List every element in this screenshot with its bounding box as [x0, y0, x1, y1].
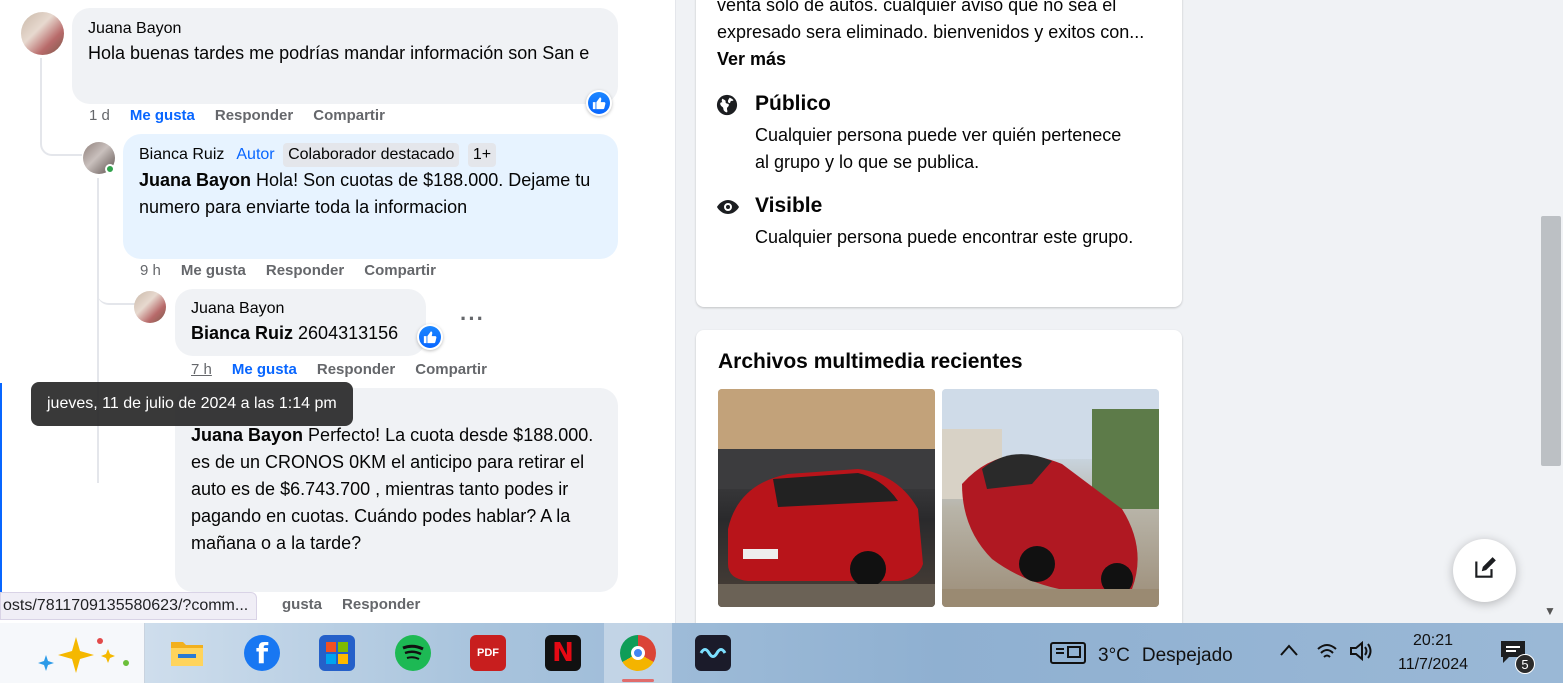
clock-time: 20:21 [1412, 632, 1454, 649]
comment-author[interactable]: Bianca Ruiz [139, 146, 224, 163]
file-explorer-icon[interactable] [169, 635, 205, 671]
visibility-desc: Cualquier persona puede encontrar este g… [755, 227, 1134, 247]
comment-bubble: Juana Bayon Bianca Ruiz 2604313156 [175, 289, 426, 356]
comments-panel: Juana Bayon Hola buenas tardes me podría… [0, 0, 675, 623]
chrome-icon[interactable] [620, 635, 656, 671]
copilot-button[interactable] [0, 623, 145, 683]
online-indicator [105, 164, 115, 174]
like-button[interactable]: Me gusta [130, 107, 195, 124]
share-button[interactable]: Compartir [364, 262, 436, 279]
column-divider [675, 0, 676, 623]
weather-widget[interactable]: 3°C Despejado [1050, 641, 1233, 671]
avatar[interactable] [21, 12, 64, 55]
mention-link[interactable]: Juana Bayon [139, 170, 251, 190]
comment-text: Hola buenas tardes me podrías mandar inf… [88, 43, 590, 63]
reply-button[interactable]: Responder [266, 262, 344, 279]
compose-button[interactable] [1453, 539, 1516, 602]
comment-author[interactable]: Juana Bayon [191, 298, 410, 320]
comment-author-row: Bianca Ruiz Autor Colaborador destacado 1… [139, 143, 602, 167]
visibility-title: Visible [755, 194, 823, 217]
like-button[interactable]: Me gusta [181, 262, 246, 279]
mention-link[interactable]: Bianca Ruiz [191, 323, 293, 343]
comment-actions: 9 h Me gusta Responder Compartir [140, 262, 436, 279]
thread-line [97, 250, 135, 305]
spotify-icon[interactable] [395, 635, 431, 671]
comment-bubble: Juana Bayon Hola buenas tardes me podría… [72, 8, 618, 104]
globe-icon [716, 94, 738, 121]
volume-icon[interactable] [1349, 640, 1373, 666]
pdf-editor-icon[interactable]: PDF [470, 635, 506, 671]
audio-app-icon[interactable] [695, 635, 731, 671]
more-badges[interactable]: 1+ [467, 143, 497, 167]
reply-button[interactable]: Responder [342, 596, 420, 613]
timestamp-tooltip: jueves, 11 de julio de 2024 a las 1:14 p… [31, 382, 353, 426]
focus-edge [0, 383, 2, 593]
comment-bubble: Bianca Ruiz Autor Colaborador destacado 1… [123, 134, 618, 259]
notification-count: 5 [1515, 654, 1535, 674]
privacy-title: Público [755, 92, 831, 115]
media-title: Archivos multimedia recientes [718, 350, 1023, 373]
comment-time[interactable]: 1 d [89, 107, 110, 124]
chevron-up-icon[interactable] [1279, 641, 1299, 662]
status-url: osts/7811709135580623/?comm... [0, 592, 258, 620]
scrollbar-thumb[interactable] [1541, 216, 1561, 466]
thread-line [97, 178, 99, 483]
taskbar: f PDF N 3°C Despejado 20:21 11/7/2024 5 [0, 623, 1563, 683]
reply-button[interactable]: Responder [317, 361, 395, 378]
description-text: venta solo de autos. cualquier aviso que… [717, 0, 1145, 42]
weather-icon [1050, 641, 1086, 671]
system-clock[interactable]: 20:21 11/7/2024 [1388, 629, 1478, 677]
facebook-icon[interactable]: f [244, 635, 280, 671]
netflix-icon[interactable]: N [545, 635, 581, 671]
comment-time[interactable]: 7 h [191, 361, 212, 378]
wifi-icon[interactable] [1316, 641, 1338, 666]
media-photo-red-car[interactable] [942, 389, 1159, 607]
sparkle-icon [36, 633, 132, 678]
mention-link[interactable]: Juana Bayon [191, 425, 303, 445]
avatar[interactable] [134, 291, 166, 323]
reaction-badge[interactable] [586, 90, 612, 116]
privacy-desc: Cualquier persona puede ver quién perten… [755, 125, 1122, 172]
like-button[interactable]: Me gusta [232, 361, 297, 378]
clock-date: 11/7/2024 [1398, 656, 1468, 673]
like-button[interactable]: gusta [282, 596, 322, 613]
comment-time[interactable]: 9 h [140, 262, 161, 279]
thumbs-up-icon [419, 326, 441, 348]
author-badge: Autor [236, 146, 275, 163]
comment-actions: gusta Responder [282, 596, 420, 613]
weather-desc: Despejado [1141, 645, 1233, 666]
see-more-link[interactable]: Ver más [717, 49, 786, 69]
comment-actions: 7 h Me gusta Responder Compartir [191, 361, 487, 378]
weather-temp: 3°C [1098, 645, 1130, 666]
comment-actions: 1 d Me gusta Responder Compartir [89, 107, 385, 124]
comment-text: 2604313156 [293, 323, 399, 343]
scroll-down-icon[interactable]: ▼ [1544, 604, 1556, 618]
share-button[interactable]: Compartir [415, 361, 487, 378]
microsoft-store-icon[interactable] [319, 635, 355, 671]
about-card: venta solo de autos. cualquier aviso que… [696, 0, 1182, 307]
share-button[interactable]: Compartir [313, 107, 385, 124]
eye-icon [716, 196, 740, 223]
media-card: Archivos multimedia recientes [696, 330, 1182, 640]
chrome-center-icon [631, 646, 645, 660]
group-description: venta solo de autos. cualquier aviso que… [717, 0, 1157, 73]
reaction-badge[interactable] [417, 324, 443, 350]
thumbs-up-icon [588, 92, 610, 114]
active-app-indicator [622, 679, 654, 682]
reply-button[interactable]: Responder [215, 107, 293, 124]
media-photo-red-car[interactable] [718, 389, 935, 607]
top-contributor-badge[interactable]: Colaborador destacado [283, 143, 460, 167]
comment-author[interactable]: Juana Bayon [88, 18, 602, 40]
more-options-icon[interactable]: ··· [460, 306, 485, 332]
edit-icon [1472, 555, 1498, 586]
